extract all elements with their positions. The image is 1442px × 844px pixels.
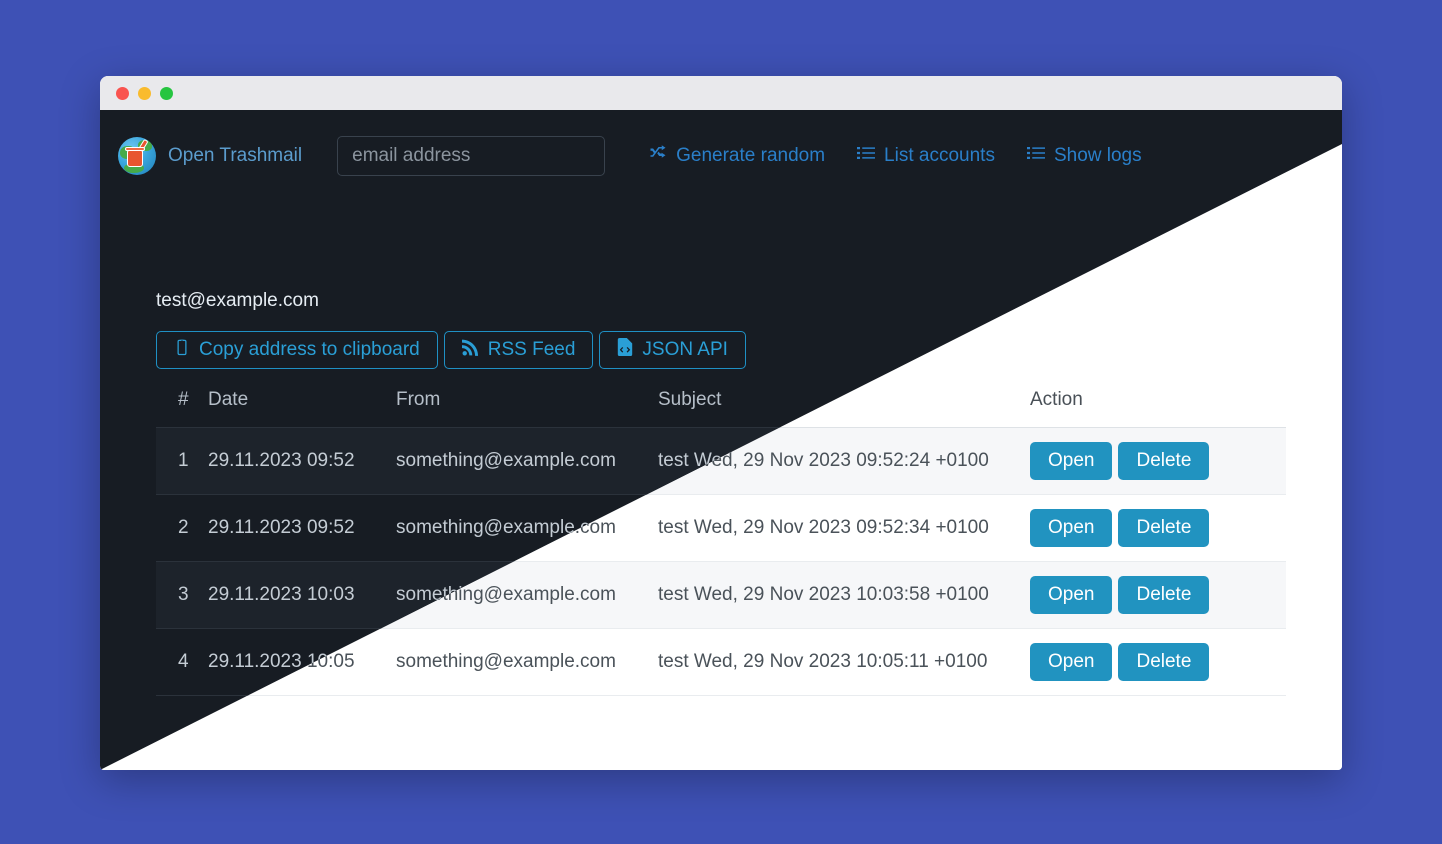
rss-feed-button[interactable]: RSS Feed (444, 331, 594, 369)
nav-label: List accounts (884, 145, 995, 167)
delete-button[interactable]: Delete (1118, 643, 1209, 681)
brand-dark[interactable]: Open Trashmail (118, 137, 302, 175)
rss-icon (462, 339, 479, 362)
header-from: From (396, 389, 658, 428)
clipboard-icon (174, 338, 190, 362)
nav-label: Generate random (676, 145, 825, 167)
row-actions: OpenDelete (1030, 562, 1286, 629)
email-address-input[interactable] (337, 136, 605, 176)
row-date: 29.11.2023 10:03 (208, 562, 396, 629)
list-icon (1027, 144, 1045, 168)
browser-window: Open Trashmail Generate random Lis (100, 76, 1342, 770)
row-date: 29.11.2023 09:52 (208, 495, 396, 562)
delete-button[interactable]: Delete (1118, 576, 1209, 614)
row-number: 2 (156, 495, 208, 562)
open-button[interactable]: Open (1030, 643, 1112, 681)
delete-button[interactable]: Delete (1118, 442, 1209, 480)
open-button[interactable]: Open (1030, 442, 1112, 480)
row-actions: OpenDelete (1030, 428, 1286, 495)
row-actions: OpenDelete (1030, 629, 1286, 696)
navbar-dark: Open Trashmail Generate random Lis (100, 110, 1342, 202)
file-code-icon (617, 338, 633, 362)
delete-button[interactable]: Delete (1118, 509, 1209, 547)
maximize-window-button[interactable] (160, 87, 173, 100)
row-number: 3 (156, 562, 208, 629)
row-actions: OpenDelete (1030, 495, 1286, 562)
row-subject: test Wed, 29 Nov 2023 10:05:11 +0100 (658, 629, 1030, 696)
row-subject: test Wed, 29 Nov 2023 09:52:34 +0100 (658, 495, 1030, 562)
open-button[interactable]: Open (1030, 576, 1112, 614)
shuffle-icon (649, 144, 667, 168)
nav-label: Show logs (1054, 145, 1142, 167)
page-viewport: Open Trashmail Generate random Lis (100, 110, 1342, 770)
header-number: # (156, 389, 208, 428)
close-window-button[interactable] (116, 87, 129, 100)
row-subject: test Wed, 29 Nov 2023 10:03:58 +0100 (658, 562, 1030, 629)
trashmail-globe-logo-icon (118, 137, 156, 175)
row-date: 29.11.2023 09:52 (208, 428, 396, 495)
copy-address-button[interactable]: Copy address to clipboard (156, 331, 438, 369)
row-number: 1 (156, 428, 208, 495)
minimize-window-button[interactable] (138, 87, 151, 100)
nav-links-dark: Generate random List accounts Show logs (633, 144, 1158, 168)
row-number: 4 (156, 629, 208, 696)
window-titlebar (100, 76, 1342, 110)
nav-show-logs[interactable]: Show logs (1011, 144, 1158, 168)
button-label: Copy address to clipboard (199, 339, 420, 361)
row-from: something@example.com (396, 629, 658, 696)
header-action: Action (1030, 389, 1286, 428)
open-button[interactable]: Open (1030, 509, 1112, 547)
header-date: Date (208, 389, 396, 428)
button-label: JSON API (642, 339, 728, 361)
button-label: RSS Feed (488, 339, 576, 361)
list-icon (857, 144, 875, 168)
json-api-button[interactable]: JSON API (599, 331, 746, 369)
nav-generate-random[interactable]: Generate random (633, 144, 841, 168)
nav-list-accounts[interactable]: List accounts (841, 144, 1011, 168)
brand-name-label: Open Trashmail (168, 145, 302, 167)
row-from: something@example.com (396, 428, 658, 495)
